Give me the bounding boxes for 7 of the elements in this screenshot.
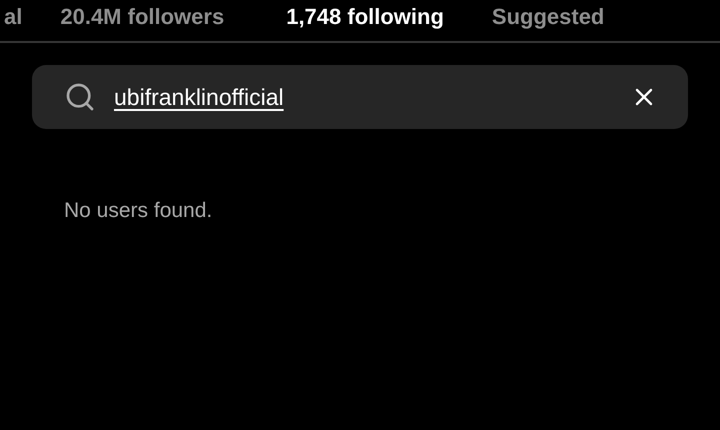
empty-message: No users found. [64,199,214,223]
tab[interactable]: al [4,0,22,41]
search-field[interactable]: ubifranklinofficial [32,65,688,129]
tab[interactable]: Suggested [492,0,604,41]
search-icon [64,81,96,113]
tab[interactable]: 1,748 following [262,0,468,41]
tab[interactable]: 20.4M followers [60,0,224,41]
